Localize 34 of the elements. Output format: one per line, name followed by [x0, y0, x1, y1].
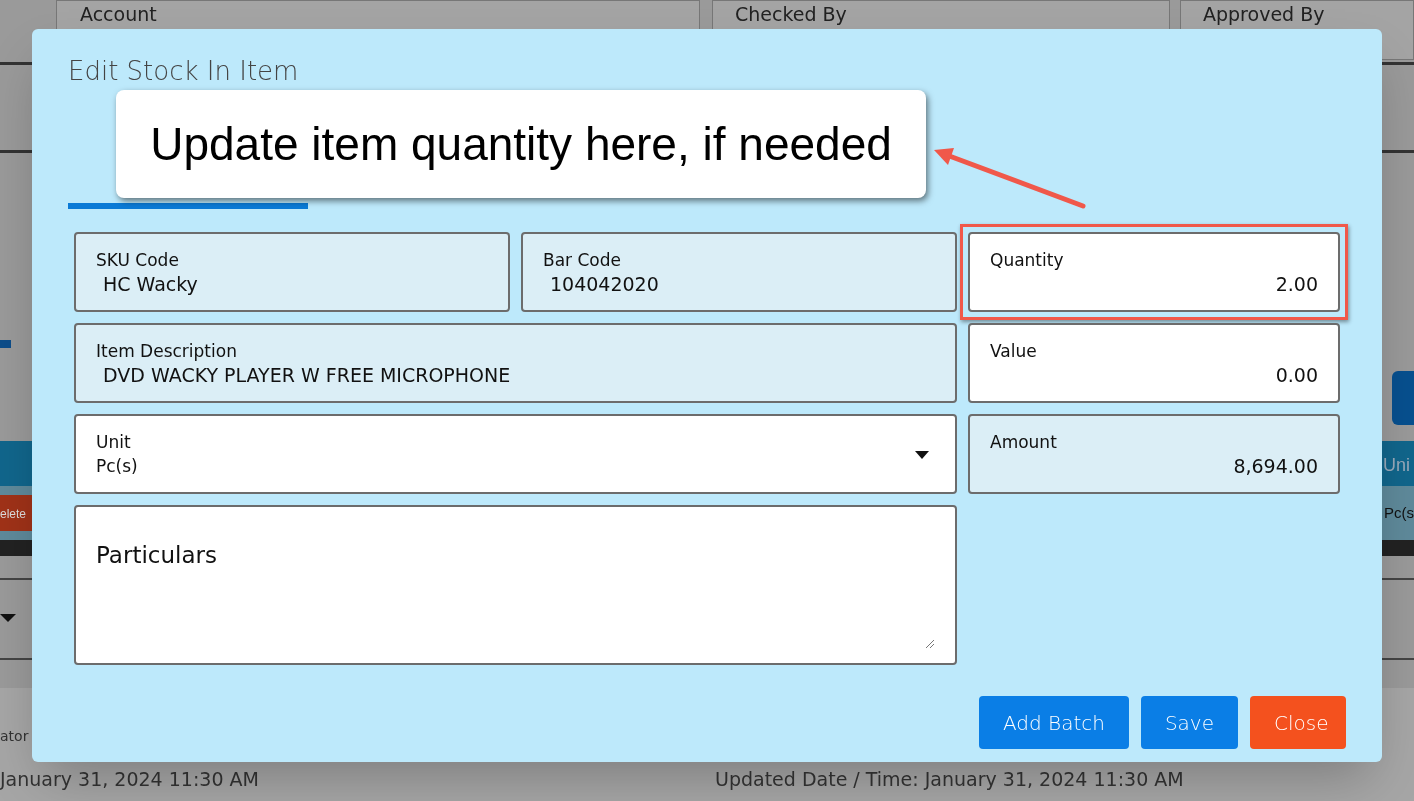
field-value: Pc(s): [96, 455, 138, 478]
input-field[interactable]: Quantity 2.00: [968, 232, 1340, 312]
caret-icon: [0, 614, 16, 622]
placeholder-text: Particulars: [96, 541, 217, 570]
table-cell-text: Pc(s: [1384, 503, 1414, 523]
field-label: Item Description: [96, 340, 238, 362]
field-label: Amount: [990, 431, 1058, 453]
footer-date: Updated Date / Time: January 31, 2024 11:30 AM: [715, 767, 1184, 792]
callout: Update item quantity here, if needed: [116, 90, 926, 198]
column-header: Checked By: [735, 3, 847, 25]
field-label: Quantity: [990, 249, 1065, 271]
field-label: SKU Code: [96, 249, 180, 271]
input-field[interactable]: Value 0.00: [968, 323, 1340, 403]
field-value: 104042020: [549, 272, 660, 297]
action-button[interactable]: Save: [1140, 696, 1238, 749]
dialog-title: Edit Stock In Item: [68, 55, 299, 87]
column-header: Approved By: [1203, 3, 1325, 25]
footer-label: ator: [0, 727, 29, 746]
caret-icon: [915, 451, 929, 459]
field-value: 0.00: [1274, 363, 1318, 388]
delete-button[interactable]: elete: [0, 495, 32, 531]
action-button[interactable]: Add Batch: [978, 696, 1129, 749]
field-value: 8,694.00: [1232, 454, 1318, 479]
field-label: Value: [990, 340, 1038, 362]
field-value: HC Wacky: [102, 272, 199, 297]
table-header: Uni: [1383, 454, 1410, 477]
field-label: Bar Code: [543, 249, 622, 271]
field-value: 2.00: [1274, 272, 1318, 297]
text-area[interactable]: Particulars: [74, 505, 957, 665]
resize-handle-icon[interactable]: [925, 639, 935, 649]
column-header: Account: [80, 3, 157, 25]
field-label: Unit: [96, 431, 131, 453]
dropdown-field[interactable]: Unit Pc(s): [74, 414, 957, 494]
field-value: DVD WACKY PLAYER W FREE MICROPHONE: [102, 363, 512, 388]
